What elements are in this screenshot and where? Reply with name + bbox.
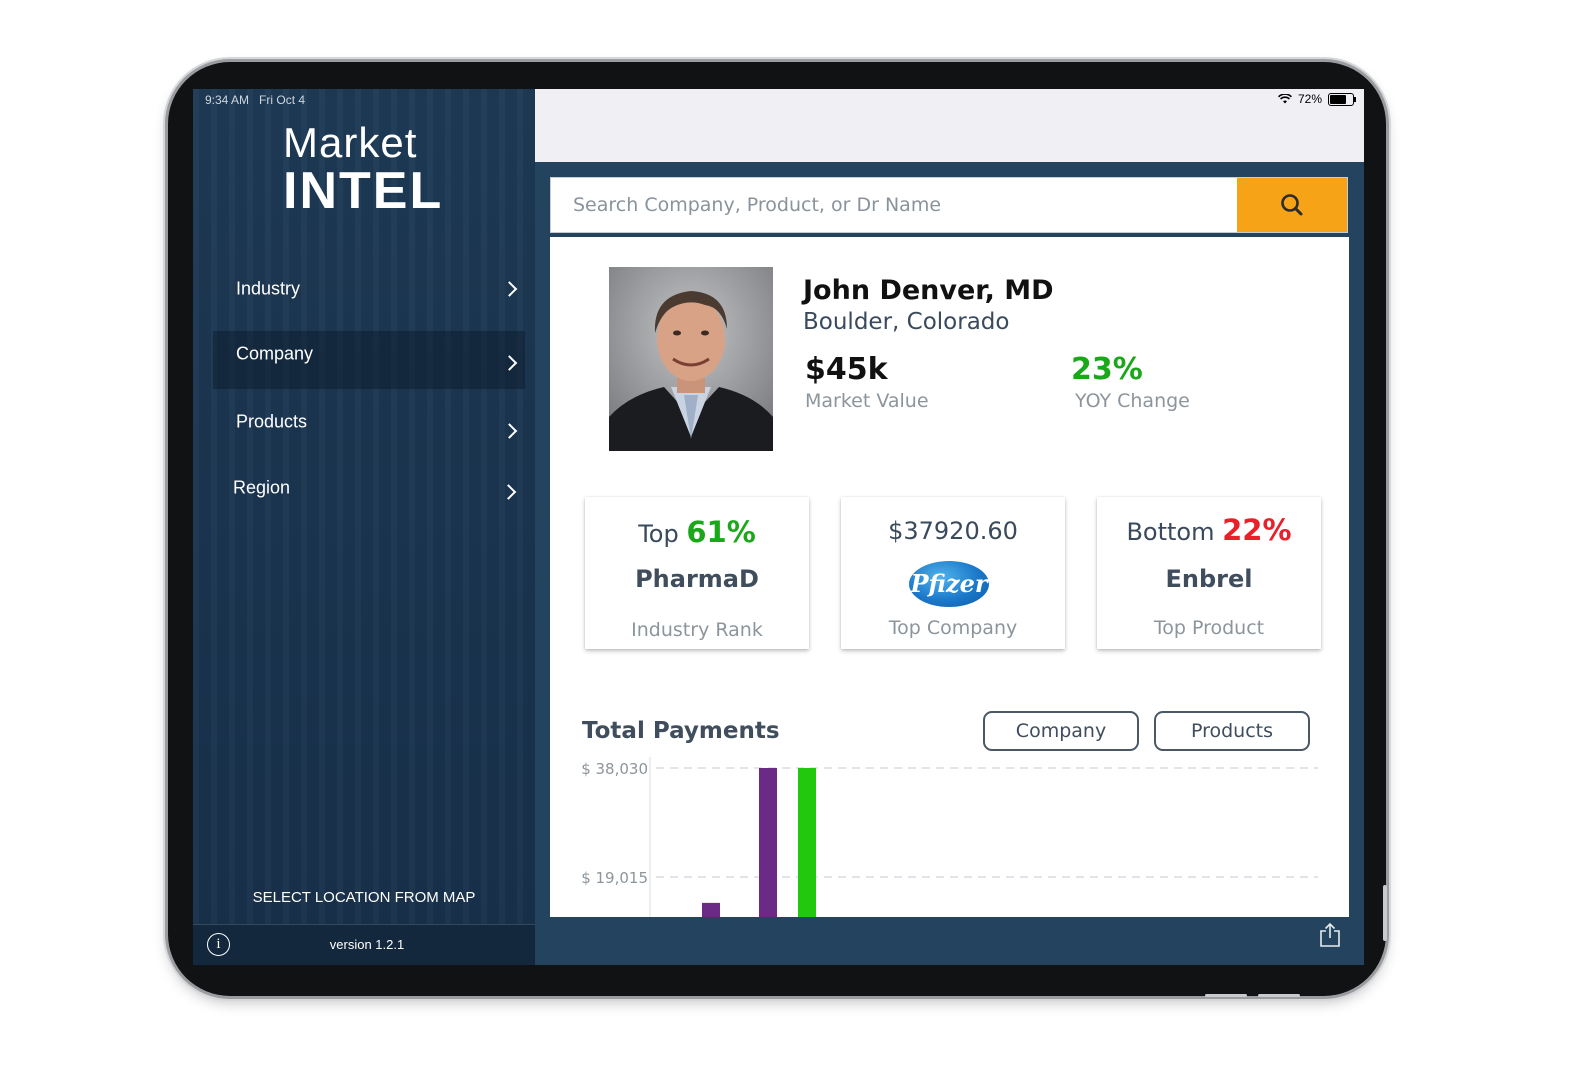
stat-percent: 61% xyxy=(686,515,756,549)
products-filter-button[interactable]: Products xyxy=(1154,711,1310,751)
pfizer-logo-text: Pfizer xyxy=(910,569,988,598)
sidebar-item-label: Products xyxy=(236,411,308,432)
status-bar-right: 72% xyxy=(1278,92,1356,106)
y-tick-label: $ 38,030 xyxy=(581,760,648,778)
stat-main: Enbrel xyxy=(1165,565,1253,593)
profile-card: John Denver, MD Boulder, Colorado $45k M… xyxy=(550,237,1349,917)
status-time: 9:34 AM xyxy=(205,93,250,107)
sidebar-item-company[interactable]: Company xyxy=(213,331,525,389)
search-input[interactable] xyxy=(551,178,1239,232)
stat-value: $37920.60 xyxy=(888,517,1018,545)
yoy-change-label: YOY Change xyxy=(1075,390,1190,412)
sidebar: 9:34 AM Fri Oct 4 Market INTEL Industry … xyxy=(193,89,535,965)
stat-rank-line: Top 61% xyxy=(585,515,809,549)
doctor-photo xyxy=(609,267,773,451)
bar-series-2[interactable] xyxy=(702,902,720,917)
bar-series-2[interactable] xyxy=(759,768,777,917)
screen: 9:34 AM Fri Oct 4 Market INTEL Industry … xyxy=(193,89,1364,965)
sidebar-item-label: Industry xyxy=(236,278,301,299)
device-top-button xyxy=(1205,994,1247,997)
company-filter-button[interactable]: Company xyxy=(983,711,1139,751)
battery-percent: 72% xyxy=(1297,92,1322,106)
stat-label: Top Product xyxy=(1153,617,1265,639)
total-payments-title: Total Payments xyxy=(582,718,780,744)
battery-icon xyxy=(1328,92,1356,106)
app-logo-market: Market xyxy=(283,119,418,166)
status-bar-left: 9:34 AM Fri Oct 4 xyxy=(205,93,305,107)
device-top-button xyxy=(1258,994,1300,997)
stat-prefix: Bottom xyxy=(1126,518,1215,546)
chevron-right-icon xyxy=(500,484,517,501)
market-value-label: Market Value xyxy=(805,390,929,412)
chevron-right-icon xyxy=(501,355,518,372)
search-icon xyxy=(1281,194,1303,216)
sidebar-item-industry[interactable]: Industry xyxy=(213,260,525,318)
yoy-change: 23% xyxy=(1071,352,1143,387)
search-bar xyxy=(550,177,1348,233)
wifi-icon xyxy=(1278,94,1292,104)
status-date: Fri Oct 4 xyxy=(259,93,306,107)
version-label: version 1.2.1 xyxy=(329,937,405,952)
doctor-location: Boulder, Colorado xyxy=(803,309,1010,335)
search-button[interactable] xyxy=(1237,178,1347,232)
sidebar-item-region[interactable]: Region xyxy=(213,460,525,518)
app-logo-intel: INTEL xyxy=(283,162,444,220)
sidebar-footer: i version 1.2.1 xyxy=(193,924,535,965)
bar-series-1[interactable] xyxy=(798,768,816,917)
stat-card-top-company[interactable]: $37920.60 Pfizer Top Company xyxy=(841,497,1065,649)
top-bar: 72% xyxy=(535,89,1364,162)
stat-card-industry-rank[interactable]: Top 61% PharmaD Industry Rank xyxy=(585,497,809,649)
stat-label: Industry Rank xyxy=(631,619,763,641)
chevron-right-icon xyxy=(501,423,518,439)
sidebar-item-label: Region xyxy=(233,477,291,498)
stat-percent: 22% xyxy=(1222,513,1292,547)
select-location-link[interactable]: SELECT LOCATION FROM MAP xyxy=(193,889,535,906)
pfizer-logo: Pfizer xyxy=(909,561,989,607)
share-icon[interactable] xyxy=(1319,922,1341,948)
sidebar-item-products[interactable]: Products xyxy=(213,396,525,454)
doctor-name: John Denver, MD xyxy=(803,275,1054,306)
stat-rank-line: Bottom 22% xyxy=(1097,513,1321,547)
stat-prefix: Top xyxy=(638,520,679,548)
stat-label: Top Company xyxy=(888,617,1018,639)
stat-main: PharmaD xyxy=(635,565,759,593)
market-value: $45k xyxy=(805,352,888,387)
stat-card-top-product[interactable]: Bottom 22% Enbrel Top Product xyxy=(1097,497,1321,649)
sidebar-item-label: Company xyxy=(236,343,314,364)
payments-chart: $ 38,030 $ 19,015 xyxy=(581,757,1318,917)
device-side-button xyxy=(1383,885,1387,941)
y-tick-label: $ 19,015 xyxy=(581,869,648,887)
chevron-right-icon xyxy=(501,281,518,297)
